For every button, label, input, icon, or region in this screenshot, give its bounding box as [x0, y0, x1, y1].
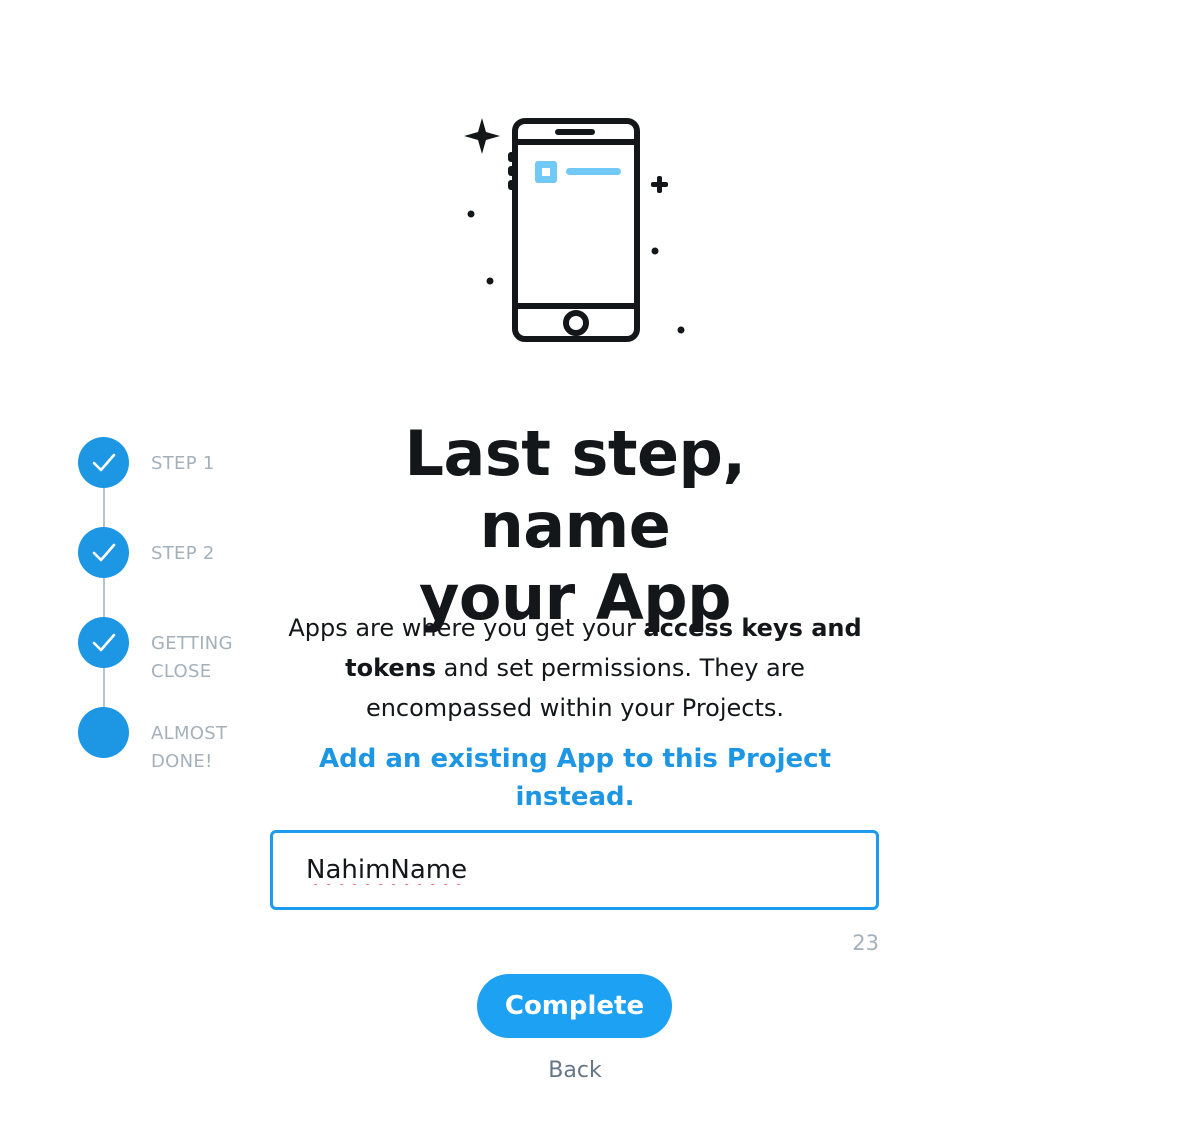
check-icon [92, 453, 115, 471]
stepper-connector-line [103, 462, 105, 732]
step-4-circle-current [78, 707, 129, 758]
step-2: STEP 2 [78, 527, 278, 587]
step-1-label: STEP 1 [151, 453, 215, 474]
step-2-circle [78, 527, 129, 578]
step-4-label: ALMOST DONE! [151, 723, 228, 772]
step-3-circle [78, 617, 129, 668]
smartphone-illustration [464, 118, 685, 342]
complete-button[interactable]: Complete [477, 974, 672, 1038]
step-3-label: GETTING CLOSE [151, 633, 233, 682]
page-title: Last step, name your App [404, 417, 747, 634]
step-1: STEP 1 [78, 437, 278, 497]
description-text: Apps are where you get your access keys … [288, 614, 862, 722]
character-counter: 23 [852, 931, 879, 955]
check-icon [92, 543, 115, 561]
step-4: ALMOST DONE! [78, 707, 278, 772]
check-icon [92, 633, 115, 651]
back-link[interactable]: Back [500, 1054, 650, 1088]
step-1-circle [78, 437, 129, 488]
app-name-input[interactable] [270, 830, 879, 910]
step-2-label: STEP 2 [151, 543, 215, 564]
progress-stepper: STEP 1 STEP 2 GETTING CLOSE ALMOST DONE! [78, 437, 278, 777]
add-existing-app-link[interactable]: Add an existing App to this Project inst… [270, 740, 880, 816]
step-3: GETTING CLOSE [78, 617, 278, 682]
sparkle-icon [464, 118, 500, 154]
